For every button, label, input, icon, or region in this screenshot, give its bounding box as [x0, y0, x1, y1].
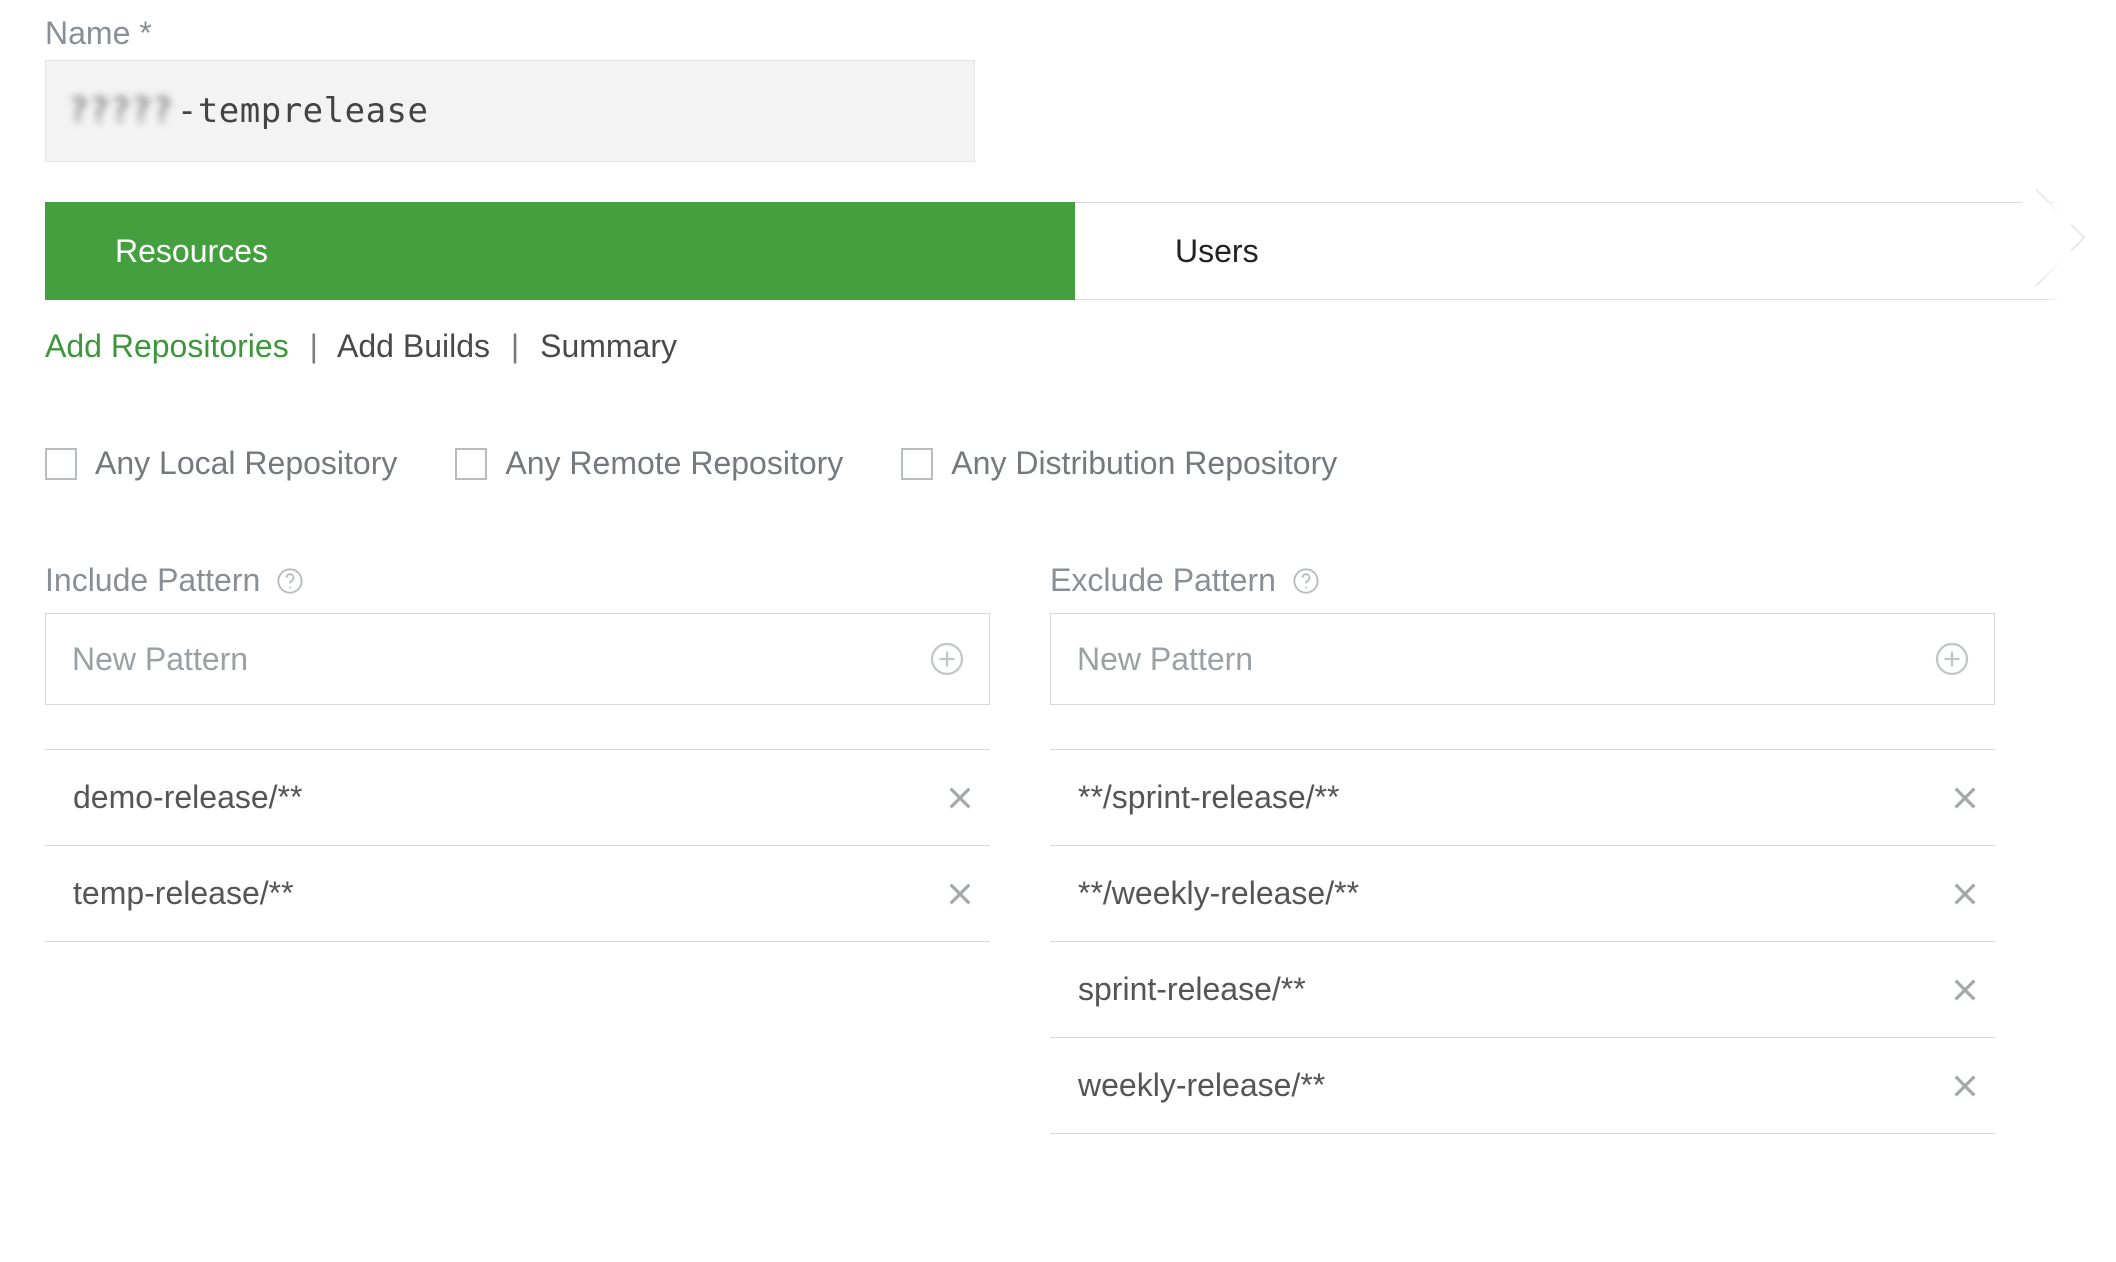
name-field-block: Name * ????? -temprelease [45, 15, 2071, 162]
checkbox-box [455, 448, 487, 480]
list-item: **/weekly-release/** [1050, 846, 1995, 942]
help-icon[interactable] [276, 567, 304, 595]
subnav-sep: | [310, 328, 318, 364]
wizard-step-users[interactable]: Users [1075, 202, 2071, 300]
checkbox-any-remote-repository[interactable]: Any Remote Repository [455, 445, 843, 482]
pattern-text: demo-release/** [73, 779, 302, 816]
include-pattern-heading: Include Pattern [45, 562, 260, 599]
close-icon[interactable] [1949, 878, 1981, 910]
repo-scope-row: Any Local Repository Any Remote Reposito… [45, 445, 2071, 482]
wizard-steps: Resources Users [45, 202, 2071, 300]
checkbox-box [45, 448, 77, 480]
list-item: **/sprint-release/** [1050, 750, 1995, 846]
plus-circle-icon[interactable] [1934, 641, 1970, 677]
checkbox-any-local-repository[interactable]: Any Local Repository [45, 445, 397, 482]
wizard-step-label: Resources [115, 233, 268, 270]
list-item: sprint-release/** [1050, 942, 1995, 1038]
subnav: Add Repositories | Add Builds | Summary [45, 328, 2071, 365]
checkbox-label: Any Remote Repository [505, 445, 843, 482]
list-item: demo-release/** [45, 750, 990, 846]
include-pattern-column: Include Pattern demo-release/** [45, 562, 990, 942]
name-input[interactable]: ????? -temprelease [45, 60, 975, 162]
exclude-pattern-list: **/sprint-release/** **/weekly-release/*… [1050, 749, 1995, 1134]
close-icon[interactable] [1949, 782, 1981, 814]
subnav-add-builds[interactable]: Add Builds [337, 328, 490, 364]
pattern-text: sprint-release/** [1078, 971, 1306, 1008]
plus-circle-icon[interactable] [929, 641, 965, 677]
exclude-pattern-label-row: Exclude Pattern [1050, 562, 1995, 599]
name-label: Name * [45, 15, 2071, 52]
subnav-sep: | [511, 328, 519, 364]
exclude-pattern-input[interactable] [1075, 640, 1934, 679]
patterns-columns: Include Pattern demo-release/** [45, 562, 2071, 1134]
include-pattern-input[interactable] [70, 640, 929, 679]
close-icon[interactable] [944, 782, 976, 814]
subnav-add-repositories[interactable]: Add Repositories [45, 328, 289, 364]
include-pattern-label-row: Include Pattern [45, 562, 990, 599]
include-pattern-input-wrap [45, 613, 990, 705]
exclude-pattern-column: Exclude Pattern **/sprint-release/** [1050, 562, 1995, 1134]
pattern-text: weekly-release/** [1078, 1067, 1325, 1104]
wizard-step-label: Users [1175, 233, 1259, 270]
exclude-pattern-heading: Exclude Pattern [1050, 562, 1276, 599]
list-item: temp-release/** [45, 846, 990, 942]
pattern-text: **/sprint-release/** [1078, 779, 1339, 816]
subnav-summary[interactable]: Summary [540, 328, 677, 364]
exclude-pattern-input-wrap [1050, 613, 1995, 705]
close-icon[interactable] [1949, 974, 1981, 1006]
name-value-hidden-prefix: ????? [68, 91, 173, 131]
name-value-suffix: -temprelease [177, 91, 429, 131]
checkbox-label: Any Local Repository [95, 445, 397, 482]
checkbox-box [901, 448, 933, 480]
pattern-text: temp-release/** [73, 875, 294, 912]
pattern-text: **/weekly-release/** [1078, 875, 1359, 912]
help-icon[interactable] [1292, 567, 1320, 595]
close-icon[interactable] [944, 878, 976, 910]
list-item: weekly-release/** [1050, 1038, 1995, 1134]
checkbox-label: Any Distribution Repository [951, 445, 1337, 482]
wizard-step-resources[interactable]: Resources [45, 202, 1075, 300]
checkbox-any-distribution-repository[interactable]: Any Distribution Repository [901, 445, 1337, 482]
close-icon[interactable] [1949, 1070, 1981, 1102]
include-pattern-list: demo-release/** temp-release/** [45, 749, 990, 942]
